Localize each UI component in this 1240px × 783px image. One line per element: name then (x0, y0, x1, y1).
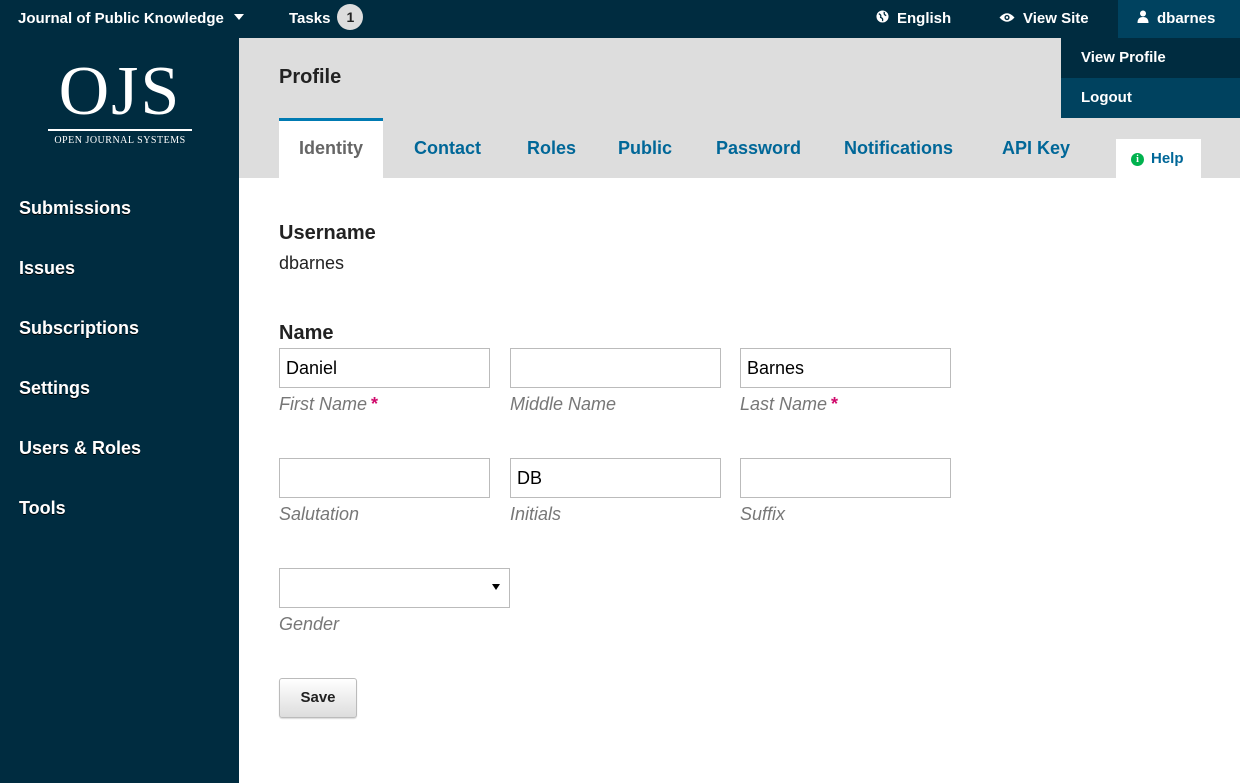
tasks-count-badge: 1 (337, 4, 364, 30)
help-button[interactable]: i Help (1116, 139, 1201, 178)
sidebar-item-submissions[interactable]: Submissions (0, 178, 239, 238)
tab-roles[interactable]: Roles (527, 118, 576, 178)
caret-down-icon (233, 14, 244, 21)
last-name-group: Last Name* (740, 348, 951, 415)
identity-form: Username dbarnes Name First Name* Middle… (279, 178, 1199, 783)
user-icon (1137, 0, 1149, 38)
eye-icon (999, 0, 1015, 38)
required-marker: * (371, 394, 379, 414)
first-name-field[interactable] (279, 348, 490, 388)
username-heading: Username (279, 222, 376, 244)
sidebar-item-issues[interactable]: Issues (0, 238, 239, 298)
initials-group: Initials (510, 458, 721, 525)
top-navigation-bar: Journal of Public Knowledge Tasks 1 Engli… (0, 0, 1240, 38)
ojs-logo[interactable]: OJS OPEN JOURNAL SYSTEMS (48, 53, 192, 162)
tasks-button[interactable]: Tasks 1 (289, 0, 364, 38)
menu-item-logout[interactable]: Logout (1061, 78, 1240, 118)
tasks-label: Tasks (289, 10, 331, 27)
sidebar-nav: Submissions Issues Subscriptions Setting… (0, 178, 239, 538)
first-name-label-text: First Name (279, 394, 368, 414)
middle-name-field[interactable] (510, 348, 721, 388)
sidebar-item-users-roles[interactable]: Users & Roles (0, 418, 239, 478)
required-marker: * (831, 394, 839, 414)
tab-public[interactable]: Public (618, 118, 672, 178)
middle-name-label: Middle Name (510, 394, 617, 414)
sidebar-item-settings[interactable]: Settings (0, 358, 239, 418)
view-site-link[interactable]: View Site (999, 0, 1089, 38)
name-heading: Name (279, 322, 334, 344)
tab-password[interactable]: Password (716, 118, 801, 178)
user-dropdown-menu: View Profile Logout (1061, 38, 1240, 118)
save-button[interactable]: Save (279, 678, 357, 718)
sidebar-item-subscriptions[interactable]: Subscriptions (0, 298, 239, 358)
initials-label: Initials (510, 504, 562, 524)
sidebar: OJS OPEN JOURNAL SYSTEMS Submissions Iss… (0, 38, 239, 783)
salutation-group: Salutation (279, 458, 490, 525)
page-title: Profile (279, 66, 342, 88)
help-label: Help (1151, 150, 1184, 167)
salutation-field[interactable] (279, 458, 490, 498)
suffix-field[interactable] (740, 458, 951, 498)
language-label: English (897, 10, 952, 27)
first-name-label: First Name * (279, 394, 490, 415)
journal-switcher[interactable]: Journal of Public Knowledge (18, 0, 244, 38)
suffix-group: Suffix (740, 458, 951, 525)
journal-name: Journal of Public Knowledge (18, 10, 224, 27)
logo-mark: OJS (58, 53, 182, 130)
gender-label: Gender (279, 614, 340, 634)
dropdown-arrow-icon (492, 584, 500, 590)
initials-field[interactable] (510, 458, 721, 498)
suffix-label: Suffix (740, 504, 786, 524)
middle-name-group: Middle Name (510, 348, 721, 415)
tab-contact[interactable]: Contact (414, 118, 481, 178)
username-value: dbarnes (279, 253, 345, 273)
last-name-label-text: Last Name (740, 394, 828, 414)
globe-icon (876, 0, 889, 38)
view-site-label: View Site (1023, 10, 1089, 27)
first-name-group: First Name* (279, 348, 490, 415)
tab-api-key[interactable]: API Key (1002, 118, 1070, 178)
tab-identity[interactable]: Identity (279, 118, 384, 178)
menu-item-view-profile[interactable]: View Profile (1061, 38, 1240, 78)
last-name-label: Last Name * (740, 394, 951, 415)
salutation-label: Salutation (279, 504, 360, 524)
username-label: dbarnes (1157, 10, 1216, 27)
info-circle-icon: i (1131, 153, 1144, 166)
last-name-field[interactable] (740, 348, 951, 388)
gender-select[interactable] (279, 568, 510, 608)
user-menu-button[interactable]: dbarnes (1118, 0, 1240, 38)
logo-subtitle: OPEN JOURNAL SYSTEMS (54, 135, 186, 146)
tab-notifications[interactable]: Notifications (844, 118, 953, 178)
sidebar-item-tools[interactable]: Tools (0, 478, 239, 538)
language-menu[interactable]: English (876, 0, 951, 38)
